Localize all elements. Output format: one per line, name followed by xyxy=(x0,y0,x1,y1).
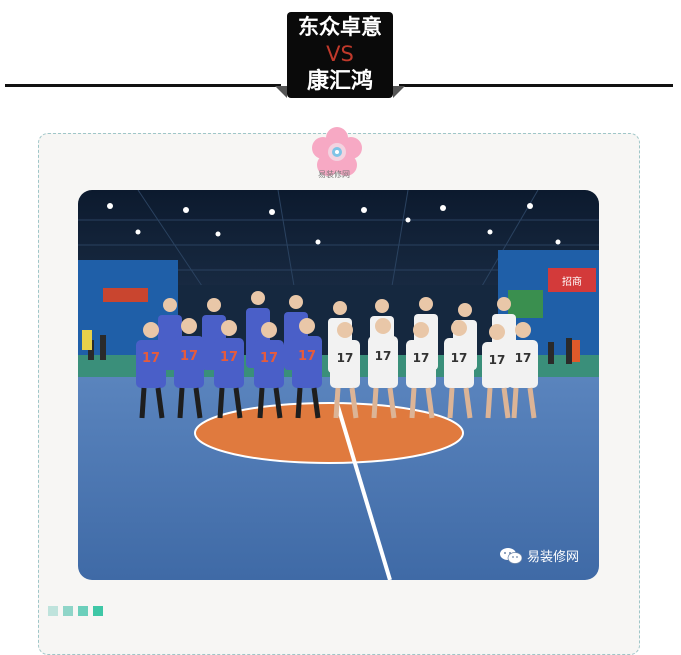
header-divider-left xyxy=(5,84,281,87)
wall-banner-text: 招商 xyxy=(562,275,582,288)
match-title-box: 东众卓意 VS 康汇鸿 xyxy=(287,12,393,98)
jersey-number: 17 xyxy=(337,351,354,365)
jersey-number: 17 xyxy=(375,349,392,363)
title-tab-fold-right xyxy=(393,86,405,98)
title-tab-fold-left xyxy=(275,86,287,98)
header-divider-right xyxy=(399,84,673,87)
away-team-name: 康汇鸿 xyxy=(306,69,373,94)
home-team-name: 东众卓意 xyxy=(298,15,382,39)
jersey-number: 17 xyxy=(515,351,532,365)
decorative-dot xyxy=(93,606,103,616)
jersey-number: 17 xyxy=(413,351,430,365)
wechat-icon xyxy=(500,547,522,564)
jersey-number: 17 xyxy=(489,353,506,367)
decorative-dots xyxy=(48,606,103,616)
jersey-number: 17 xyxy=(142,351,160,366)
photo-watermark: 易装修网 xyxy=(500,546,579,565)
decorative-dot xyxy=(63,606,73,616)
vs-label: VS xyxy=(326,42,354,66)
jersey-number: 17 xyxy=(180,349,198,364)
jersey-number: 17 xyxy=(298,349,316,364)
logo-caption: 易装修网 xyxy=(318,170,350,179)
watermark-text: 易装修网 xyxy=(527,550,580,565)
decorative-dot xyxy=(78,606,88,616)
jersey-number: 17 xyxy=(451,351,468,365)
jersey-number: 17 xyxy=(260,351,278,366)
jersey-number: 17 xyxy=(220,350,238,365)
decorative-dot xyxy=(48,606,58,616)
team-photo: 招商 17 17 17 17 17 17 17 17 17 17 17 xyxy=(78,190,599,580)
